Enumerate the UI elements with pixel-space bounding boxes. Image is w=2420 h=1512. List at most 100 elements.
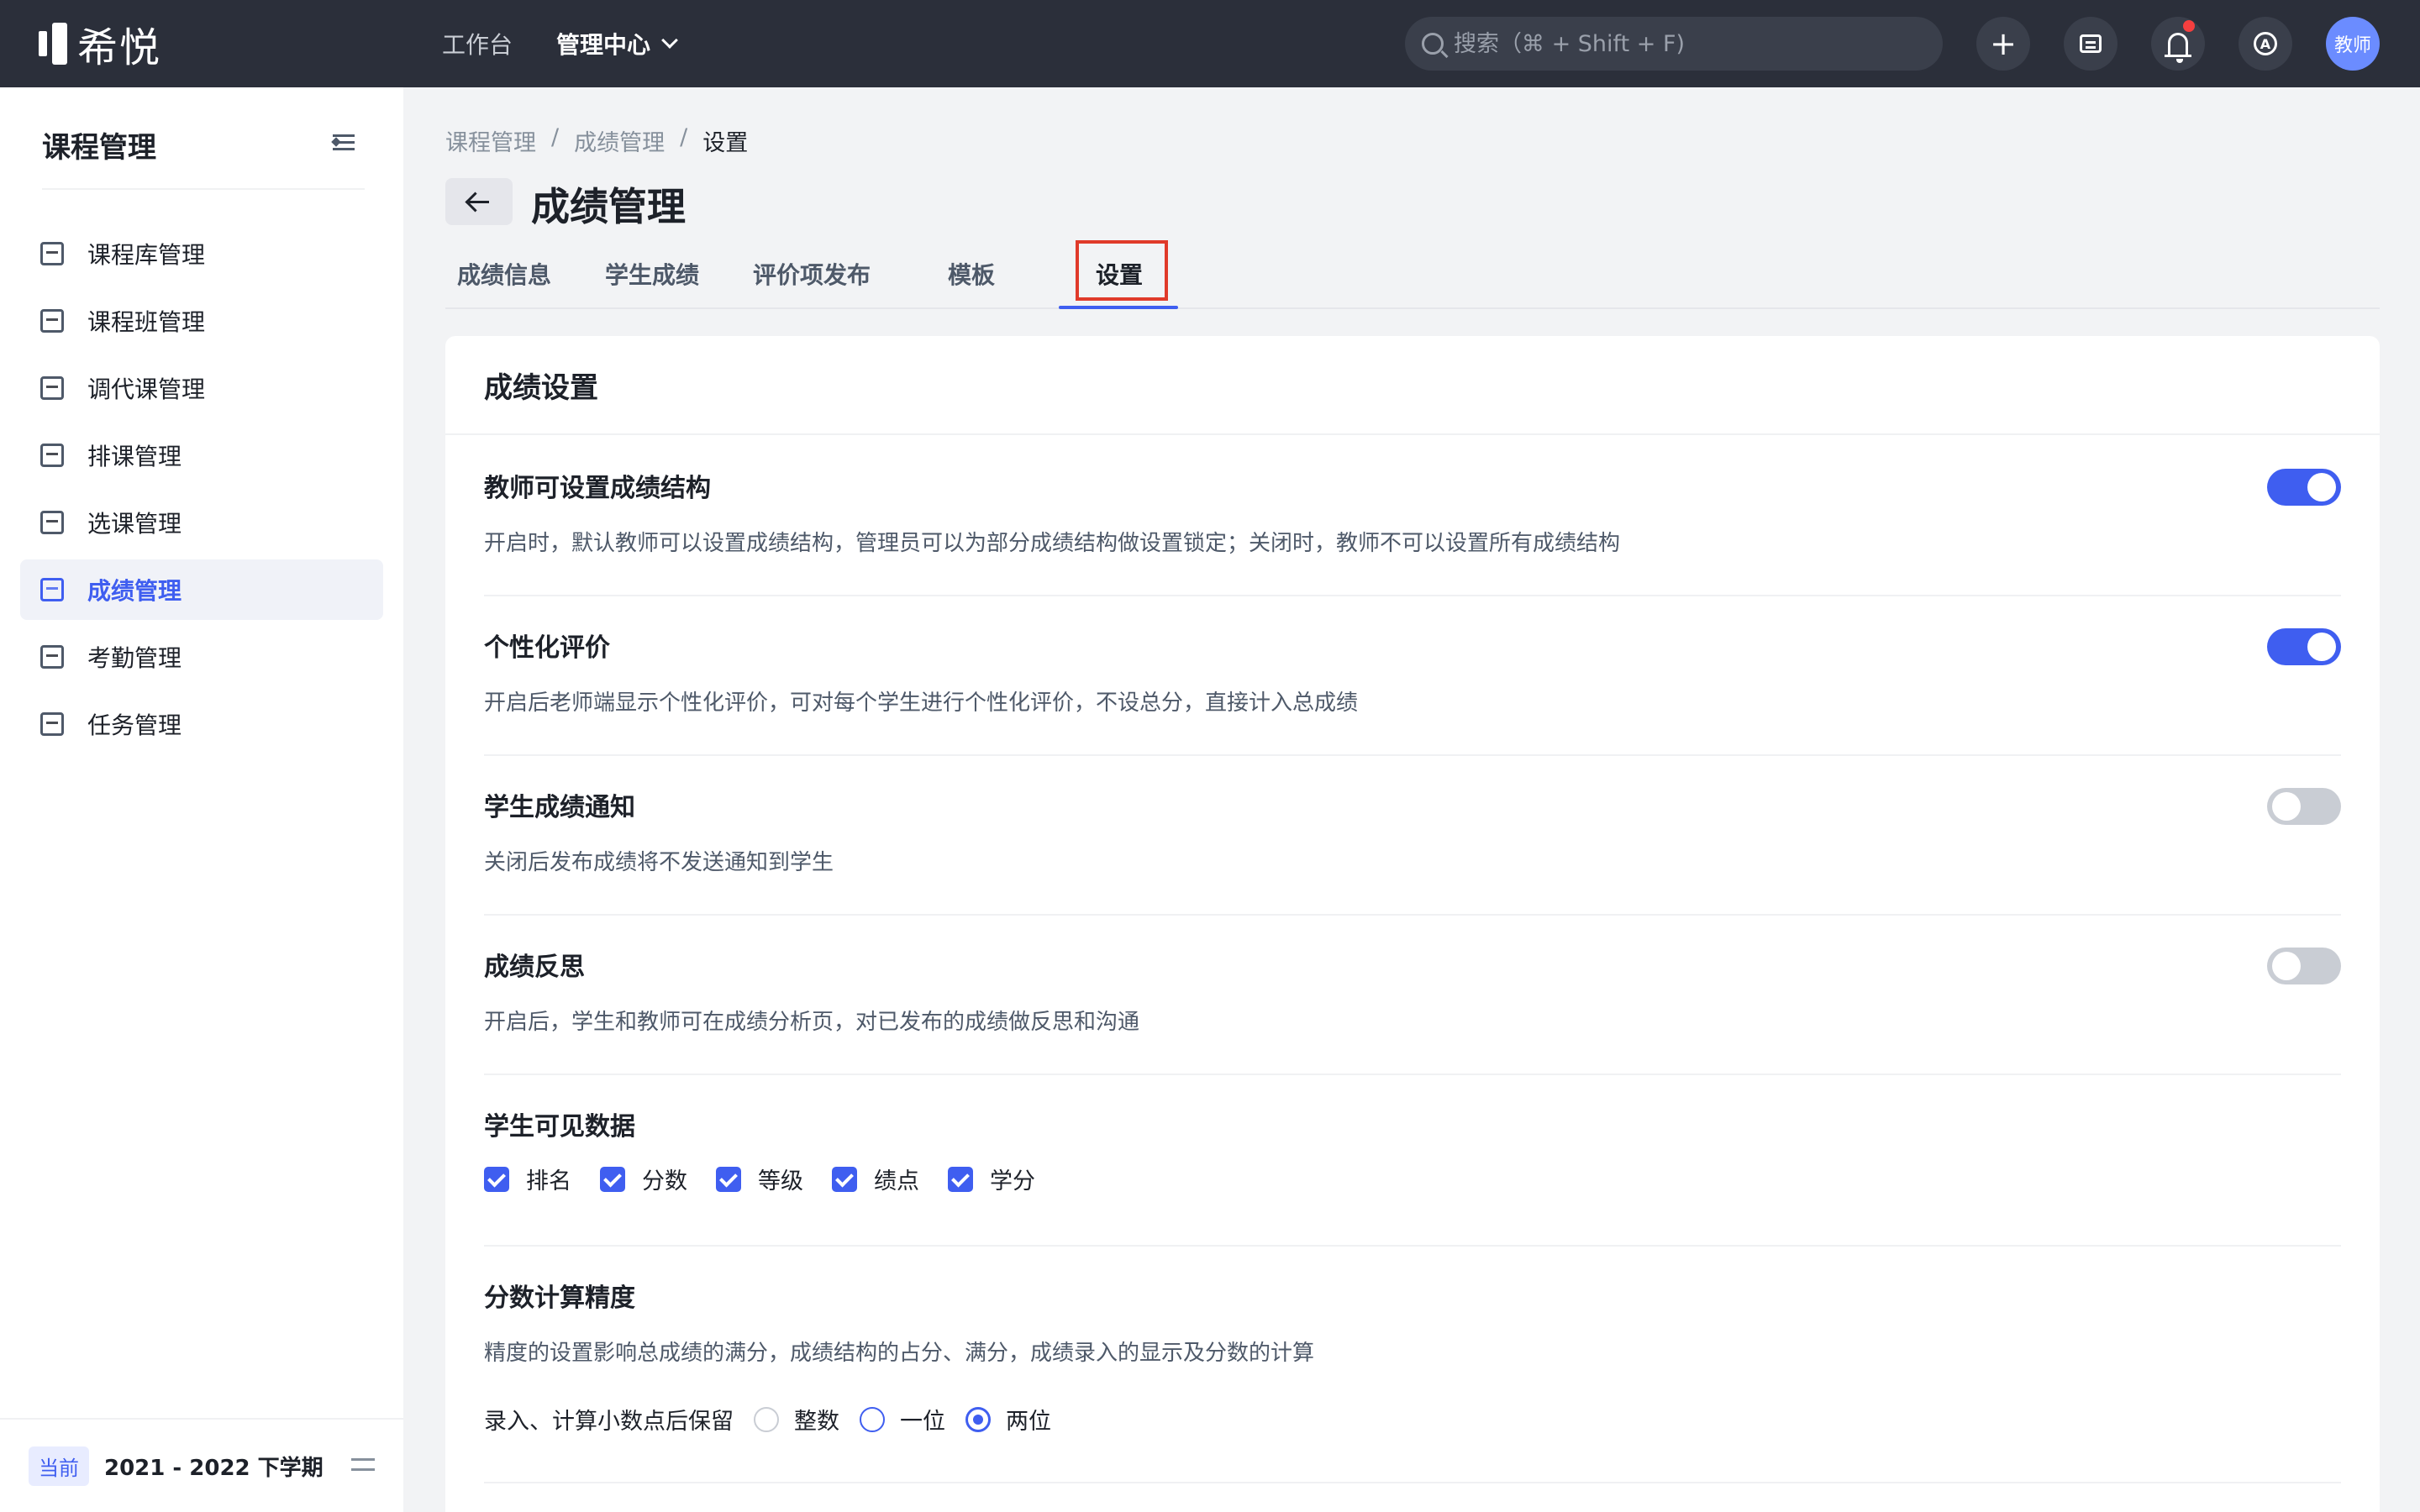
course-class-icon (40, 309, 64, 333)
tab-templates[interactable]: 模板 (948, 257, 995, 291)
task-icon (40, 712, 64, 736)
page-title: 成绩管理 (531, 184, 686, 229)
radio-integer[interactable]: 整数 (754, 1403, 839, 1436)
breadcrumb-grade-management[interactable]: 成绩管理 (574, 124, 665, 157)
tab-grade-info[interactable]: 成绩信息 (457, 257, 551, 291)
sidebar-item-attendance[interactable]: 考勤管理 (20, 627, 383, 687)
nav-management-center-label: 管理中心 (556, 31, 651, 59)
radio-label: 两位 (1006, 1409, 1051, 1435)
sidebar-item-schedule[interactable]: 排课管理 (20, 425, 383, 486)
sidebar-item-grades[interactable]: 成绩管理 (20, 559, 383, 620)
checkbox-checked-icon (484, 1166, 509, 1192)
collapse-sidebar-icon[interactable] (331, 134, 355, 151)
checkbox-credit[interactable]: 学分 (948, 1163, 1035, 1195)
radio-two-decimals[interactable]: 两位 (965, 1403, 1051, 1436)
checkbox-checked-icon (716, 1166, 741, 1192)
tab-evaluation-release[interactable]: 评价项发布 (753, 257, 871, 291)
add-button[interactable]: + (1976, 17, 2030, 71)
radio-label: 一位 (900, 1409, 945, 1435)
setting-score-precision: 分数计算精度 精度的设置影响总成绩的满分，成绩结构的占分、满分，成绩录入的显示及… (484, 1247, 2341, 1483)
logo-text: 希悦 (77, 24, 162, 71)
nav-workbench[interactable]: 工作台 (442, 27, 513, 60)
radio-selected-icon (965, 1406, 991, 1432)
checkbox-gpa[interactable]: 绩点 (832, 1163, 919, 1195)
checkbox-label: 等级 (758, 1168, 803, 1194)
grade-reflection-toggle[interactable] (2267, 948, 2341, 984)
back-button[interactable] (445, 178, 513, 225)
global-search[interactable] (1405, 17, 1943, 71)
setting-title: 个性化评价 (484, 633, 610, 663)
breadcrumb-course-management[interactable]: 课程管理 (445, 124, 536, 157)
teacher-structure-toggle[interactable] (2267, 469, 2341, 506)
current-term-badge: 当前 (29, 1446, 89, 1486)
help-icon: A (2254, 32, 2277, 55)
plus-icon: + (1990, 25, 2017, 62)
nav-management-center[interactable]: 管理中心 (556, 27, 678, 60)
sidebar: 课程管理 课程库管理 课程班管理 调代课管理 排课管理 选课管理 成绩管理 考勤… (0, 87, 403, 1512)
personalized-evaluation-toggle[interactable] (2267, 628, 2341, 665)
checkbox-label: 分数 (642, 1168, 687, 1194)
search-input[interactable] (1454, 30, 1924, 57)
sidebar-item-label: 考勤管理 (87, 644, 182, 672)
tab-student-grades[interactable]: 学生成绩 (605, 257, 699, 291)
chevron-down-icon (661, 32, 678, 49)
sidebar-item-label: 调代课管理 (87, 375, 206, 403)
setting-desc: 关闭后发布成绩将不发送通知到学生 (484, 850, 834, 875)
setting-desc: 开启时，默认教师可以设置成绩结构，管理员可以为部分成绩结构做设置锁定；关闭时，教… (484, 531, 1621, 556)
setting-title: 分数计算精度 (484, 1284, 635, 1313)
notifications-button[interactable] (2151, 17, 2205, 71)
sidebar-item-select-course[interactable]: 选课管理 (20, 492, 383, 553)
setting-teacher-structure: 教师可设置成绩结构 开启时，默认教师可以设置成绩结构，管理员可以为部分成绩结构做… (484, 437, 2341, 596)
messages-button[interactable] (2064, 17, 2118, 71)
sidebar-item-label: 课程库管理 (87, 241, 206, 269)
term-switcher[interactable]: 当前 2021 - 2022 下学期 (0, 1418, 403, 1512)
setting-personalized-evaluation: 个性化评价 开启后老师端显示个性化评价，可对每个学生进行个性化评价，不设总分，直… (484, 596, 2341, 756)
sidebar-title: 课程管理 (42, 131, 156, 165)
checkbox-score[interactable]: 分数 (600, 1163, 687, 1195)
search-icon (1422, 33, 1444, 55)
current-term: 2021 - 2022 下学期 (104, 1455, 324, 1481)
active-tab-indicator (1059, 306, 1178, 309)
grade-icon (40, 578, 64, 601)
sidebar-item-course-library[interactable]: 课程库管理 (20, 223, 383, 284)
checkbox-rank[interactable]: 排名 (484, 1163, 571, 1195)
radio-one-decimal[interactable]: 一位 (860, 1403, 945, 1436)
sidebar-item-substitute[interactable]: 调代课管理 (20, 358, 383, 418)
notification-dot (2183, 20, 2195, 32)
breadcrumb: 课程管理 / 成绩管理 / 设置 (445, 124, 748, 157)
radio-icon (860, 1406, 885, 1432)
visible-data-checkboxes: 排名 分数 等级 绩点 学分 (484, 1163, 1064, 1195)
arrow-left-icon (469, 200, 489, 203)
select-course-icon (40, 511, 64, 534)
help-button[interactable]: A (2238, 17, 2292, 71)
checkbox-checked-icon (948, 1166, 973, 1192)
swap-icon[interactable] (351, 1457, 375, 1473)
setting-desc: 开启后，学生和教师可在成绩分析页，对已发布的成绩做反思和沟通 (484, 1010, 1140, 1035)
checkbox-checked-icon (600, 1166, 625, 1192)
checkbox-label: 学分 (990, 1168, 1035, 1194)
top-bar: 希悦 工作台 管理中心 + A 教师 (0, 0, 2420, 87)
sidebar-item-label: 任务管理 (87, 711, 182, 739)
sidebar-item-label: 课程班管理 (87, 308, 206, 336)
breadcrumb-current: 设置 (702, 130, 749, 156)
setting-title: 学生可见数据 (484, 1112, 635, 1142)
checkbox-level[interactable]: 等级 (716, 1163, 803, 1195)
sidebar-item-tasks[interactable]: 任务管理 (20, 694, 383, 754)
setting-grade-reflection: 成绩反思 开启后，学生和教师可在成绩分析页，对已发布的成绩做反思和沟通 (484, 916, 2341, 1075)
grade-settings-card: 成绩设置 教师可设置成绩结构 开启时，默认教师可以设置成绩结构，管理员可以为部分… (445, 336, 2380, 1512)
grade-notification-toggle[interactable] (2267, 788, 2341, 825)
course-library-icon (40, 242, 64, 265)
avatar[interactable]: 教师 (2326, 17, 2380, 71)
bell-icon (2165, 33, 2191, 63)
setting-title: 学生成绩通知 (484, 793, 635, 822)
breadcrumb-separator: / (551, 124, 560, 150)
sidebar-item-course-class[interactable]: 课程班管理 (20, 291, 383, 351)
sidebar-item-label: 排课管理 (87, 443, 182, 470)
attendance-icon (40, 645, 64, 669)
sidebar-divider (42, 188, 365, 190)
radio-icon (754, 1406, 779, 1432)
top-nav: 工作台 管理中心 (442, 0, 678, 87)
app-logo[interactable]: 希悦 (39, 20, 161, 71)
radio-label: 整数 (794, 1409, 839, 1435)
sidebar-item-label: 成绩管理 (87, 577, 182, 605)
